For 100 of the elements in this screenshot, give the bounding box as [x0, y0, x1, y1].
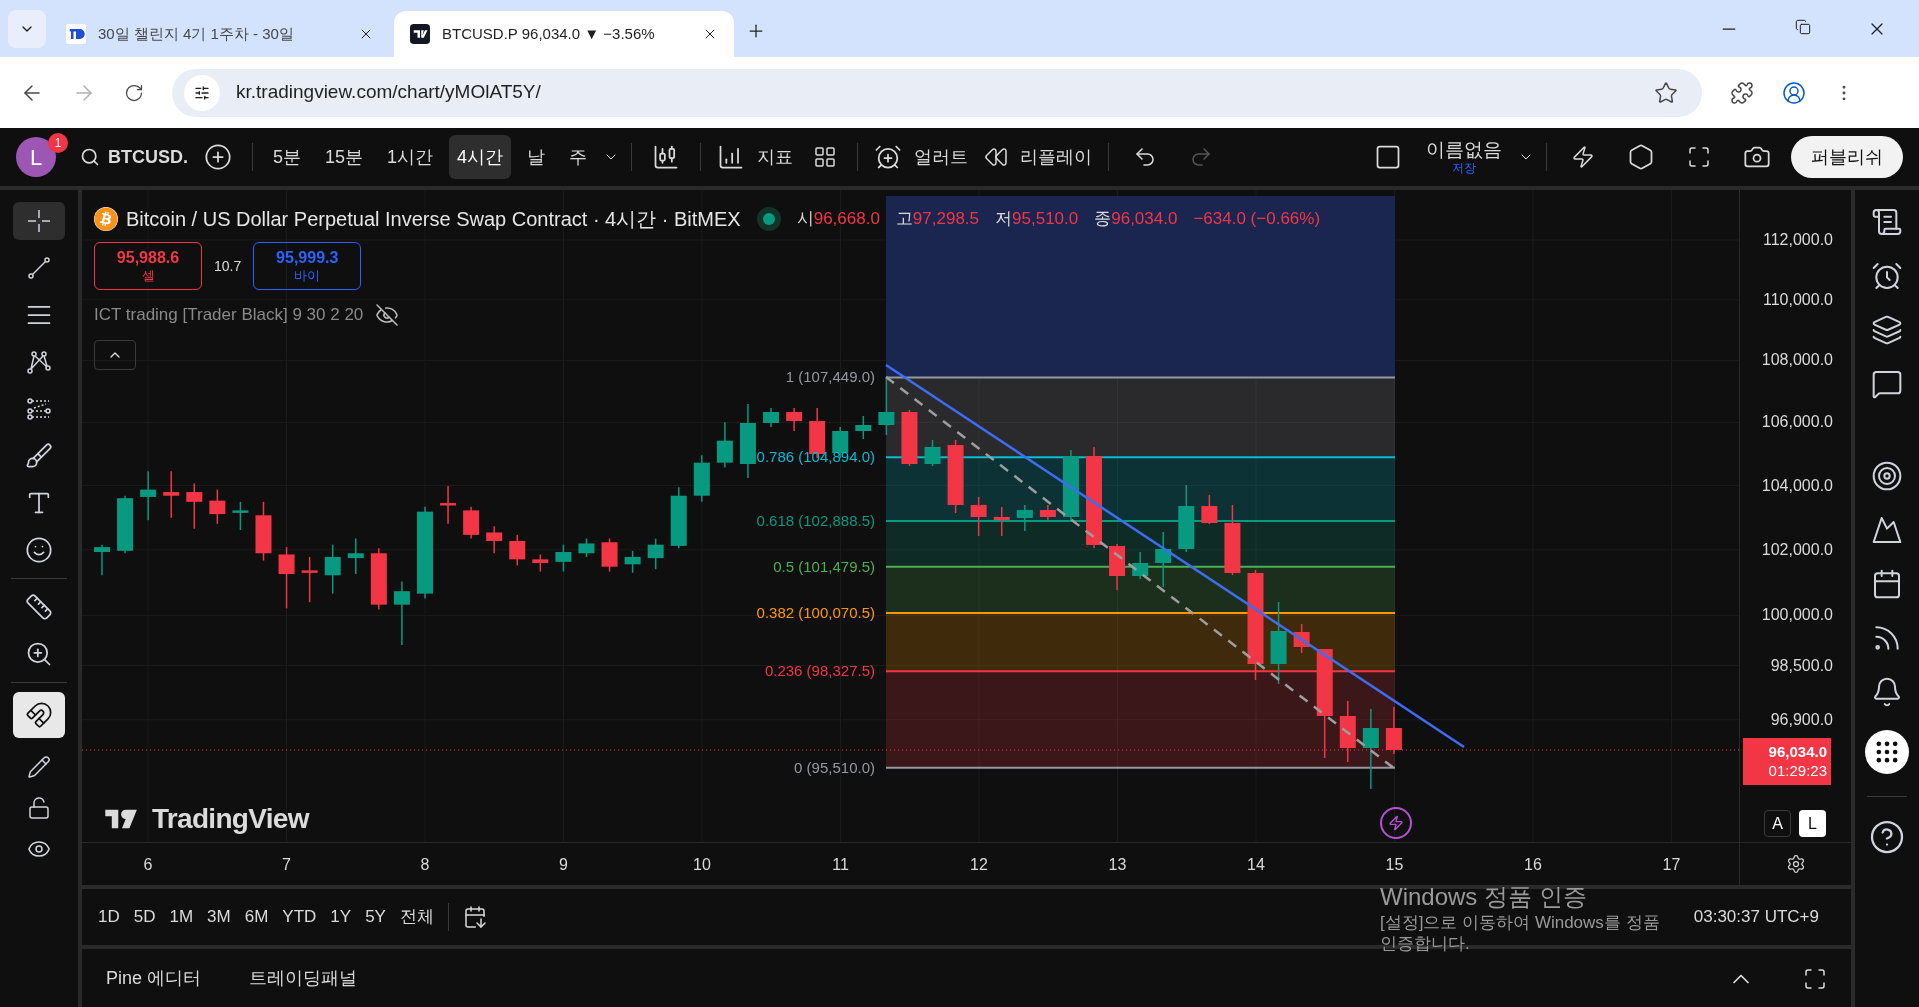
candle [901, 409, 918, 467]
scale-button[interactable]: L [1799, 810, 1826, 837]
range-button[interactable]: YTD [282, 903, 317, 930]
target-icon[interactable] [1871, 460, 1903, 492]
pattern-icon [25, 348, 53, 376]
range-button[interactable]: 1M [169, 903, 194, 930]
symbol-search-button[interactable]: BTCUSD. [80, 143, 188, 171]
indicator-label[interactable]: ICT trading [Trader Black] 9 30 2 20 [94, 302, 364, 328]
panel-tab[interactable]: Pine 에디터 [106, 965, 202, 992]
price-tick-label: 108,000.0 [1761, 352, 1833, 369]
magnet-button[interactable] [13, 692, 65, 738]
url-text: kr.tradingview.com/chart/yMOlAT5Y/ [236, 80, 542, 105]
apps-icon[interactable] [1865, 730, 1909, 774]
candle [140, 470, 157, 521]
current-price: 96,034.0 [1768, 742, 1827, 762]
lock-icon[interactable] [27, 796, 51, 820]
interval-button[interactable]: 5분 [265, 135, 309, 179]
price-tick-label: 104,000.0 [1761, 477, 1833, 494]
brush-icon [25, 442, 53, 470]
notification-badge: 1 [48, 133, 68, 153]
dashed-trend-line[interactable] [885, 376, 1396, 770]
range-button[interactable]: 5D [133, 903, 156, 930]
address-field[interactable]: kr.tradingview.com/chart/yMOlAT5Y/ [172, 68, 1702, 117]
drawing-tool-button[interactable] [13, 202, 65, 240]
layers-icon[interactable] [1871, 314, 1903, 346]
range-button[interactable]: 전체 [399, 903, 434, 930]
avatar[interactable]: L [16, 137, 56, 177]
indicators-button[interactable]: 지표 [717, 143, 794, 171]
bell-icon[interactable] [1871, 676, 1903, 708]
scale-button[interactable]: A [1764, 810, 1791, 837]
interval-button[interactable]: 주 [561, 135, 596, 179]
publish-button[interactable]: 퍼블리쉬 [1791, 136, 1903, 178]
layout-square-icon[interactable] [1374, 143, 1402, 171]
fib-level-label: 0 (95,510.0) [794, 759, 875, 775]
compare-icon[interactable] [204, 143, 232, 171]
go-to-date-icon[interactable] [462, 904, 487, 929]
chat-icon[interactable] [1871, 368, 1903, 400]
browser-tab[interactable]: 30일 챌린지 4기 1주차 - 30일 [50, 11, 390, 57]
layout-grid-icon[interactable] [813, 145, 838, 169]
time-axis-label: 13 [1108, 855, 1127, 875]
fib-range-background[interactable] [885, 196, 1396, 769]
range-button[interactable]: 5Y [365, 903, 386, 930]
range-button[interactable]: 1D [98, 903, 120, 930]
candle [186, 482, 203, 530]
pencil-icon[interactable] [27, 755, 51, 779]
alarm-clock-icon[interactable] [1871, 260, 1903, 292]
trend-line[interactable] [885, 363, 1465, 749]
range-button[interactable]: 1Y [330, 903, 352, 930]
fullscreen-icon[interactable] [1687, 145, 1711, 169]
interval-button[interactable]: 4시간 [449, 135, 512, 179]
price-axis[interactable]: 112,000.0 110,000.0 108,000.0 106,000.0 104,000.0 102,000.0 100,000.0 98,500.0 96,900.0 96,034.0 01:29:23 A L [1739, 190, 1851, 842]
reload-icon[interactable] [124, 82, 144, 103]
extensions-icon[interactable] [1730, 80, 1754, 105]
interval-button[interactable]: 15분 [317, 135, 372, 179]
replay-button[interactable]: 리플레이 [984, 143, 1093, 171]
candle [532, 553, 549, 573]
forecast-lines-icon [25, 395, 53, 423]
candle [1178, 484, 1195, 553]
hidden-eye-icon[interactable] [375, 302, 400, 327]
candle [370, 547, 387, 611]
candle [393, 580, 410, 646]
time-axis-label: 14 [1247, 855, 1265, 875]
panel-tab[interactable]: 트레이딩패널 [249, 965, 358, 992]
time-axis-label: 15 [1385, 855, 1404, 875]
interval-button[interactable]: 날 [519, 135, 554, 179]
mountain-icon[interactable] [1871, 514, 1903, 546]
candle [855, 415, 872, 440]
help-icon[interactable] [1869, 819, 1905, 855]
site-info-icon[interactable] [184, 74, 220, 111]
alert-button[interactable]: 얼러트 [874, 143, 969, 171]
symbol-title[interactable]: Bitcoin / US Dollar Perpetual Inverse Swap Contract · 4시간 · BitMEX [126, 204, 741, 234]
maximize-icon[interactable] [1803, 966, 1827, 991]
interval-button[interactable]: 1시간 [379, 135, 442, 179]
candle [209, 488, 226, 525]
clock-time[interactable]: 03:30:37 UTC+9 [1693, 903, 1819, 930]
price-tick-label: 98,500.0 [1770, 657, 1833, 674]
smiley-icon [25, 536, 53, 564]
candle [1339, 700, 1356, 763]
browser-tab[interactable]: BTCUSD.P 96,034.0 ▼ −3.56% [394, 11, 734, 57]
watchlist-icon[interactable] [1871, 206, 1903, 238]
buy-button[interactable]: 95,999.3 바이 [253, 242, 362, 290]
restore-icon[interactable] [1795, 19, 1811, 35]
calendar-icon[interactable] [1871, 568, 1903, 600]
tradingview-favicon-icon [410, 24, 430, 44]
range-button[interactable]: 6M [244, 903, 269, 930]
range-button[interactable]: 3M [207, 903, 231, 930]
candle [255, 501, 272, 562]
candle [601, 537, 618, 573]
time-axis-label: 8 [420, 855, 430, 875]
profile-icon[interactable] [1782, 80, 1806, 105]
candle [278, 546, 295, 610]
layout-name-button[interactable]: 이름없음 저장 [1426, 137, 1502, 177]
bookmark-star-icon[interactable] [1654, 80, 1678, 105]
candle [440, 485, 457, 525]
time-axis-label: 17 [1662, 855, 1681, 875]
collapse-button[interactable] [94, 339, 136, 370]
sell-button[interactable]: 95,988.6 셀 [94, 242, 202, 290]
lightning-event-icon[interactable] [1380, 807, 1412, 839]
fib-level-label: 0.5 (101,479.5) [773, 558, 875, 574]
time-axis-label: 9 [559, 855, 568, 875]
